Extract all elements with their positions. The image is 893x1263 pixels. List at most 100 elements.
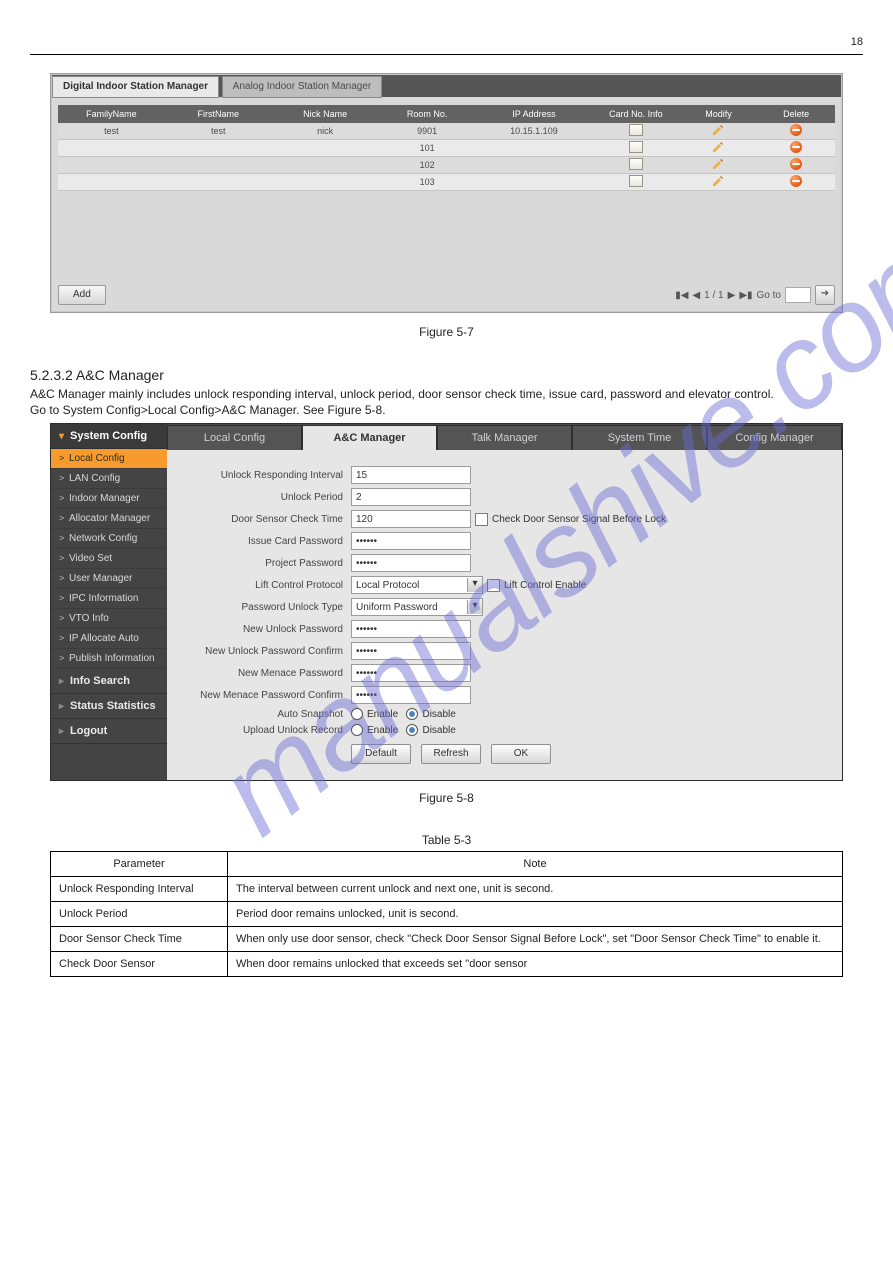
pager-prev-icon[interactable]: ◀ [692, 290, 700, 301]
label-new-unlock-password-confirm: New Unlock Password Confirm [185, 646, 351, 657]
sidebar-item-indoor-manager[interactable]: Indoor Manager [51, 489, 167, 509]
add-button[interactable]: Add [58, 285, 106, 305]
sidebar-item-vto-info[interactable]: VTO Info [51, 609, 167, 629]
pager: ▮◀ ◀ 1 / 1 ▶ ▶▮ Go to ➜ [675, 285, 835, 305]
pager-goto-input[interactable] [785, 287, 811, 303]
checkbox-lift-control-enable[interactable] [487, 579, 500, 592]
figure1-caption: Figure 5-7 [30, 325, 863, 339]
input-door-sensor-check-time[interactable]: 120 [351, 510, 471, 528]
card-info-icon[interactable] [629, 158, 643, 170]
tab-system-time[interactable]: System Time [572, 425, 707, 450]
delete-icon[interactable] [790, 175, 802, 187]
sidebar-item-allocator-manager[interactable]: Allocator Manager [51, 509, 167, 529]
input-new-unlock-password[interactable]: •••••• [351, 620, 471, 638]
tab-ac-manager[interactable]: A&C Manager [302, 425, 437, 450]
ok-button[interactable]: OK [491, 744, 551, 764]
default-button[interactable]: Default [351, 744, 411, 764]
param-table-header-parameter: Parameter [51, 852, 228, 877]
label-checkbox-lift-control-enable: Lift Control Enable [504, 580, 586, 591]
table-row: 102 [58, 157, 835, 174]
edit-icon[interactable] [712, 175, 724, 187]
sidebar-item-ipc-information[interactable]: IPC Information [51, 589, 167, 609]
label-door-sensor-check-time: Door Sensor Check Time [185, 514, 351, 525]
sidebar-item-status-statistics[interactable]: Status Statistics [51, 694, 167, 719]
tab-analog-indoor[interactable]: Analog Indoor Station Manager [222, 76, 382, 98]
table-row: test test nick 9901 10.15.1.109 [58, 123, 835, 140]
radio-auto-snapshot-disable[interactable] [406, 708, 418, 720]
label-auto-snapshot: Auto Snapshot [185, 709, 351, 720]
section-heading: 5.2.3.2 A&C Manager [30, 367, 863, 383]
edit-icon[interactable] [712, 141, 724, 153]
label-new-unlock-password: New Unlock Password [185, 624, 351, 635]
radio-upload-unlock-enable[interactable] [351, 724, 363, 736]
input-project-password[interactable]: •••••• [351, 554, 471, 572]
table-row: Door Sensor Check TimeWhen only use door… [51, 927, 843, 952]
card-info-icon[interactable] [629, 141, 643, 153]
sidebar-item-ip-allocate-auto[interactable]: IP Allocate Auto [51, 629, 167, 649]
radio-upload-unlock-disable[interactable] [406, 724, 418, 736]
label-issue-card-password: Issue Card Password [185, 536, 351, 547]
card-info-icon[interactable] [629, 124, 643, 136]
input-unlock-responding-interval[interactable]: 15 [351, 466, 471, 484]
table-row: 101 [58, 140, 835, 157]
label-radio-enable: Enable [367, 725, 398, 736]
delete-icon[interactable] [790, 141, 802, 153]
sidebar-header-system-config[interactable]: System Config [51, 424, 167, 449]
table-row: 103 [58, 174, 835, 191]
table-row: Unlock Responding IntervalThe interval b… [51, 877, 843, 902]
pager-last-icon[interactable]: ▶▮ [739, 290, 752, 301]
sidebar-item-local-config[interactable]: Local Config [51, 449, 167, 469]
section-text-2: Go to System Config>Local Config>A&C Man… [30, 403, 863, 417]
sidebar-item-lan-config[interactable]: LAN Config [51, 469, 167, 489]
delete-icon[interactable] [790, 158, 802, 170]
sidebar-item-video-set[interactable]: Video Set [51, 549, 167, 569]
sidebar-item-logout[interactable]: Logout [51, 719, 167, 744]
pager-next-icon[interactable]: ▶ [728, 290, 736, 301]
tab-local-config[interactable]: Local Config [167, 425, 302, 450]
label-radio-disable: Disable [422, 725, 455, 736]
input-new-menace-password-confirm[interactable]: •••••• [351, 686, 471, 704]
sidebar-item-publish-information[interactable]: Publish Information [51, 649, 167, 669]
input-unlock-period[interactable]: 2 [351, 488, 471, 506]
card-info-icon[interactable] [629, 175, 643, 187]
tab-talk-manager[interactable]: Talk Manager [437, 425, 572, 450]
chevron-down-icon: ▾ [467, 600, 482, 614]
edit-icon[interactable] [712, 124, 724, 136]
refresh-button[interactable]: Refresh [421, 744, 481, 764]
label-unlock-responding-interval: Unlock Responding Interval [185, 470, 351, 481]
table-row: Check Door SensorWhen door remains unloc… [51, 952, 843, 977]
sidebar-item-info-search[interactable]: Info Search [51, 669, 167, 694]
param-table: ParameterNote Unlock Responding Interval… [50, 851, 843, 977]
sidebar-item-user-manager[interactable]: User Manager [51, 569, 167, 589]
page-number: 18 [30, 36, 863, 48]
label-radio-enable: Enable [367, 709, 398, 720]
grid-header: FamilyName FirstName Nick Name Room No. … [58, 105, 835, 123]
sidebar-item-network-config[interactable]: Network Config [51, 529, 167, 549]
chevron-down-icon: ▾ [467, 578, 482, 592]
figure2-caption: Figure 5-8 [30, 791, 863, 805]
pager-goto-label: Go to [757, 290, 781, 301]
param-table-caption: Table 5-3 [30, 833, 863, 847]
label-new-menace-password: New Menace Password [185, 668, 351, 679]
edit-icon[interactable] [712, 158, 724, 170]
checkbox-door-sensor-signal[interactable] [475, 513, 488, 526]
delete-icon[interactable] [790, 124, 802, 136]
label-lift-control-protocol: Lift Control Protocol [185, 580, 351, 591]
select-password-unlock-type[interactable]: Uniform Password▾ [351, 598, 483, 616]
tab-config-manager[interactable]: Config Manager [707, 425, 842, 450]
select-lift-control-protocol[interactable]: Local Protocol▾ [351, 576, 483, 594]
input-new-unlock-password-confirm[interactable]: •••••• [351, 642, 471, 660]
section-text-1: A&C Manager mainly includes unlock respo… [30, 387, 863, 401]
label-checkbox-door-sensor-signal: Check Door Sensor Signal Before Lock [492, 514, 666, 525]
pager-go-button[interactable]: ➜ [815, 285, 835, 305]
pager-position: 1 / 1 [704, 290, 723, 301]
label-upload-unlock-record: Upload Unlock Record [185, 725, 351, 736]
pager-first-icon[interactable]: ▮◀ [675, 290, 688, 301]
input-new-menace-password[interactable]: •••••• [351, 664, 471, 682]
radio-auto-snapshot-enable[interactable] [351, 708, 363, 720]
sidebar: System Config Local Config LAN Config In… [51, 424, 167, 780]
tab-digital-indoor[interactable]: Digital Indoor Station Manager [52, 76, 219, 98]
label-unlock-period: Unlock Period [185, 492, 351, 503]
station-manager-tabs: Digital Indoor Station Manager Analog In… [52, 75, 841, 97]
input-issue-card-password[interactable]: •••••• [351, 532, 471, 550]
